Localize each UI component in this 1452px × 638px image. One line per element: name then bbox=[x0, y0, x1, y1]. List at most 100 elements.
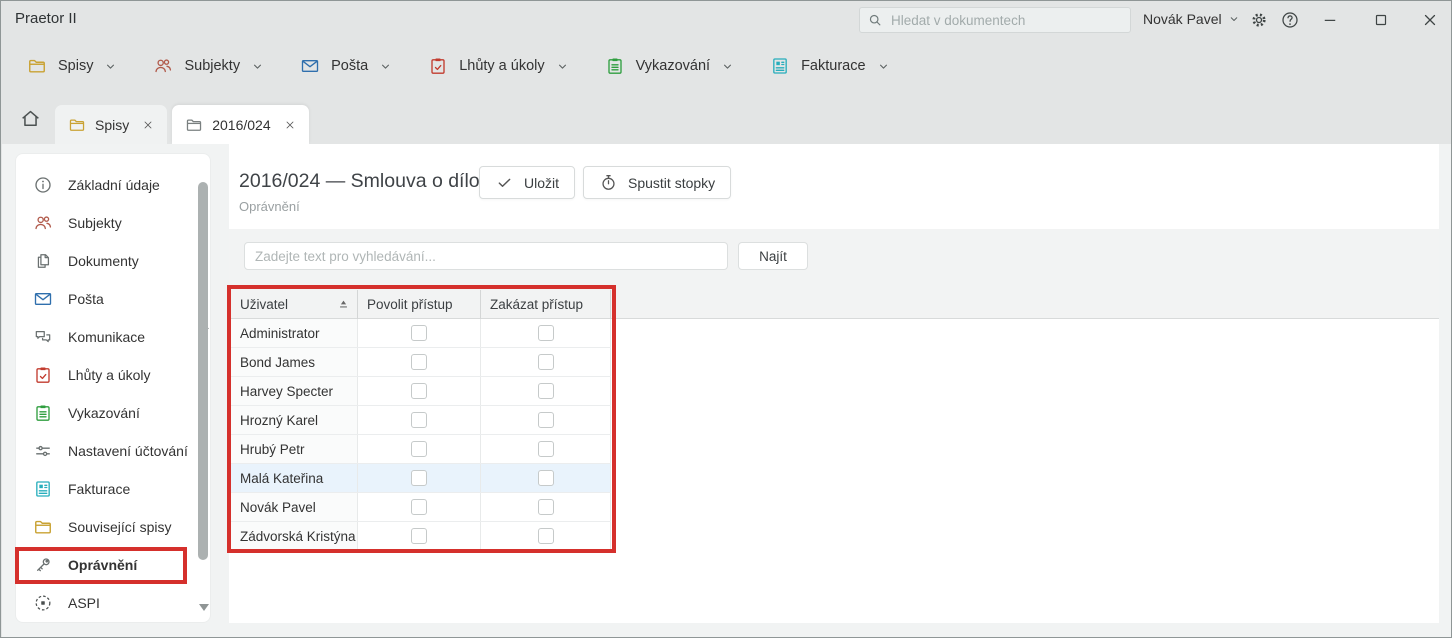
sidebar-item-lhuty-a-ukoly[interactable]: Lhůty a úkoly bbox=[16, 356, 210, 394]
tabs: Spisy 2016/024 bbox=[55, 105, 309, 144]
user-name-cell: Administrator bbox=[231, 319, 358, 347]
invoice-icon bbox=[33, 479, 53, 499]
settings-gear-icon[interactable] bbox=[1249, 10, 1269, 30]
checkbox-zakazat-pristup[interactable] bbox=[538, 383, 554, 399]
close-button[interactable] bbox=[1421, 11, 1439, 29]
clipboard-list-icon bbox=[605, 56, 625, 76]
table-row[interactable]: Hrozný Karel bbox=[231, 406, 611, 435]
sidebar-item-opravneni[interactable]: Oprávnění bbox=[16, 546, 210, 584]
checkbox-povolit-pristup[interactable] bbox=[411, 383, 427, 399]
clipboard-check-icon bbox=[428, 56, 448, 76]
sidebar-items: Základní údaje Subjekty Dokumenty Pošta … bbox=[16, 166, 210, 622]
tab-close-icon[interactable] bbox=[142, 119, 154, 131]
aspi-icon bbox=[33, 593, 53, 613]
table-row[interactable]: Malá Kateřina bbox=[231, 464, 611, 493]
sidebar-item-label: Nastavení účtování bbox=[68, 443, 188, 459]
sidebar-item-fakturace[interactable]: Fakturace bbox=[16, 470, 210, 508]
key-icon bbox=[33, 555, 53, 575]
tab-spisy[interactable]: Spisy bbox=[55, 105, 167, 144]
table-row[interactable]: Harvey Specter bbox=[231, 377, 611, 406]
checkbox-povolit-pristup[interactable] bbox=[411, 499, 427, 515]
folder-icon bbox=[27, 56, 47, 76]
sidebar-item-vykazovani[interactable]: Vykazování bbox=[16, 394, 210, 432]
global-search[interactable] bbox=[859, 7, 1131, 33]
chevron-down-icon bbox=[379, 60, 392, 73]
checkbox-povolit-pristup[interactable] bbox=[411, 470, 427, 486]
table-search-input[interactable] bbox=[244, 242, 728, 270]
sidebar-item-aspi[interactable]: ASPI bbox=[16, 584, 210, 622]
checkbox-povolit-pristup[interactable] bbox=[411, 441, 427, 457]
menu-item-posta[interactable]: Pošta bbox=[300, 56, 392, 76]
tab-close-icon[interactable] bbox=[284, 119, 296, 131]
stopwatch-icon bbox=[599, 173, 618, 192]
sidebar-item-dokumenty[interactable]: Dokumenty bbox=[16, 242, 210, 280]
table-row[interactable]: Novák Pavel bbox=[231, 493, 611, 522]
table-column-header[interactable]: Uživatel bbox=[231, 290, 358, 319]
save-button[interactable]: Uložit bbox=[479, 166, 575, 199]
global-search-input[interactable] bbox=[889, 12, 1123, 29]
start-stopwatch-button[interactable]: Spustit stopky bbox=[583, 166, 731, 199]
help-icon[interactable] bbox=[1280, 10, 1300, 30]
sidebar-item-posta[interactable]: Pošta bbox=[16, 280, 210, 318]
menu-item-label: Subjekty bbox=[184, 58, 240, 74]
minimize-button[interactable] bbox=[1321, 11, 1339, 29]
sidebar-item-label: Pošta bbox=[68, 291, 104, 307]
sidebar-item-souvisejici-spisy[interactable]: Související spisy bbox=[16, 508, 210, 546]
checkbox-zakazat-pristup[interactable] bbox=[538, 470, 554, 486]
user-name-cell: Bond James bbox=[231, 348, 358, 376]
sort-ascending-icon bbox=[337, 298, 350, 311]
page-subtitle: Oprávnění bbox=[239, 199, 300, 214]
checkbox-povolit-pristup[interactable] bbox=[411, 325, 427, 341]
user-name-cell: Malá Kateřina bbox=[231, 464, 358, 492]
checkbox-zakazat-pristup[interactable] bbox=[538, 354, 554, 370]
scrollbar-thumb[interactable] bbox=[198, 182, 208, 560]
table-row[interactable]: Hrubý Petr bbox=[231, 435, 611, 464]
menu-item-subjekty[interactable]: Subjekty bbox=[153, 56, 264, 76]
chevron-down-icon bbox=[104, 60, 117, 73]
home-tab-icon[interactable] bbox=[19, 107, 42, 130]
table-column-header[interactable]: Zakázat přístup bbox=[481, 290, 611, 319]
menu-item-label: Lhůty a úkoly bbox=[459, 58, 544, 74]
menu-item-vykazovani[interactable]: Vykazování bbox=[605, 56, 734, 76]
sidebar-item-subjekty[interactable]: Subjekty bbox=[16, 204, 210, 242]
envelope-icon bbox=[33, 289, 53, 309]
sidebar-item-komunikace[interactable]: Komunikace bbox=[16, 318, 210, 356]
table-column-header[interactable]: Povolit přístup bbox=[358, 290, 481, 319]
checkbox-povolit-pristup[interactable] bbox=[411, 412, 427, 428]
sidebar-item-nastaveni-uctovani[interactable]: Nastavení účtování bbox=[16, 432, 210, 470]
tab-2016-024[interactable]: 2016/024 bbox=[172, 105, 308, 144]
sidebar-item-label: Související spisy bbox=[68, 519, 171, 535]
maximize-button[interactable] bbox=[1372, 11, 1390, 29]
find-button[interactable]: Najít bbox=[738, 242, 808, 270]
chevron-down-icon bbox=[877, 60, 890, 73]
documents-icon bbox=[33, 251, 53, 271]
scrollbar-down-arrow-icon[interactable] bbox=[199, 604, 209, 611]
checkbox-povolit-pristup[interactable] bbox=[411, 528, 427, 544]
checkbox-zakazat-pristup[interactable] bbox=[538, 528, 554, 544]
menu-bar: Spisy Subjekty Pošta Lhůty a úkoly Vykaz… bbox=[1, 39, 1451, 93]
sidebar-item-zakladni-udaje[interactable]: Základní údaje bbox=[16, 166, 210, 204]
checkbox-zakazat-pristup[interactable] bbox=[538, 412, 554, 428]
menu-item-label: Vykazování bbox=[636, 58, 710, 74]
menu-item-spisy[interactable]: Spisy bbox=[27, 56, 117, 76]
checkbox-zakazat-pristup[interactable] bbox=[538, 499, 554, 515]
menu-item-fakturace[interactable]: Fakturace bbox=[770, 56, 889, 76]
user-menu[interactable]: Novák Pavel bbox=[1143, 11, 1240, 27]
envelope-icon bbox=[300, 56, 320, 76]
chat-icon bbox=[33, 327, 53, 347]
sidebar-item-label: Fakturace bbox=[68, 481, 130, 497]
menu-item-label: Spisy bbox=[58, 58, 93, 74]
sidebar: Základní údaje Subjekty Dokumenty Pošta … bbox=[15, 153, 211, 623]
page-title: 2016/024 — Smlouva o dílo bbox=[239, 170, 480, 193]
sidebar-item-label: ASPI bbox=[68, 595, 100, 611]
table-row[interactable]: Bond James bbox=[231, 348, 611, 377]
sliders-icon bbox=[33, 441, 53, 461]
menu-item-lhuty[interactable]: Lhůty a úkoly bbox=[428, 56, 568, 76]
chevron-down-icon bbox=[721, 60, 734, 73]
checkbox-povolit-pristup[interactable] bbox=[411, 354, 427, 370]
table-row[interactable]: Zádvorská Kristýna bbox=[231, 522, 611, 551]
table-row[interactable]: Administrator bbox=[231, 319, 611, 348]
people-icon bbox=[153, 56, 173, 76]
checkbox-zakazat-pristup[interactable] bbox=[538, 325, 554, 341]
checkbox-zakazat-pristup[interactable] bbox=[538, 441, 554, 457]
